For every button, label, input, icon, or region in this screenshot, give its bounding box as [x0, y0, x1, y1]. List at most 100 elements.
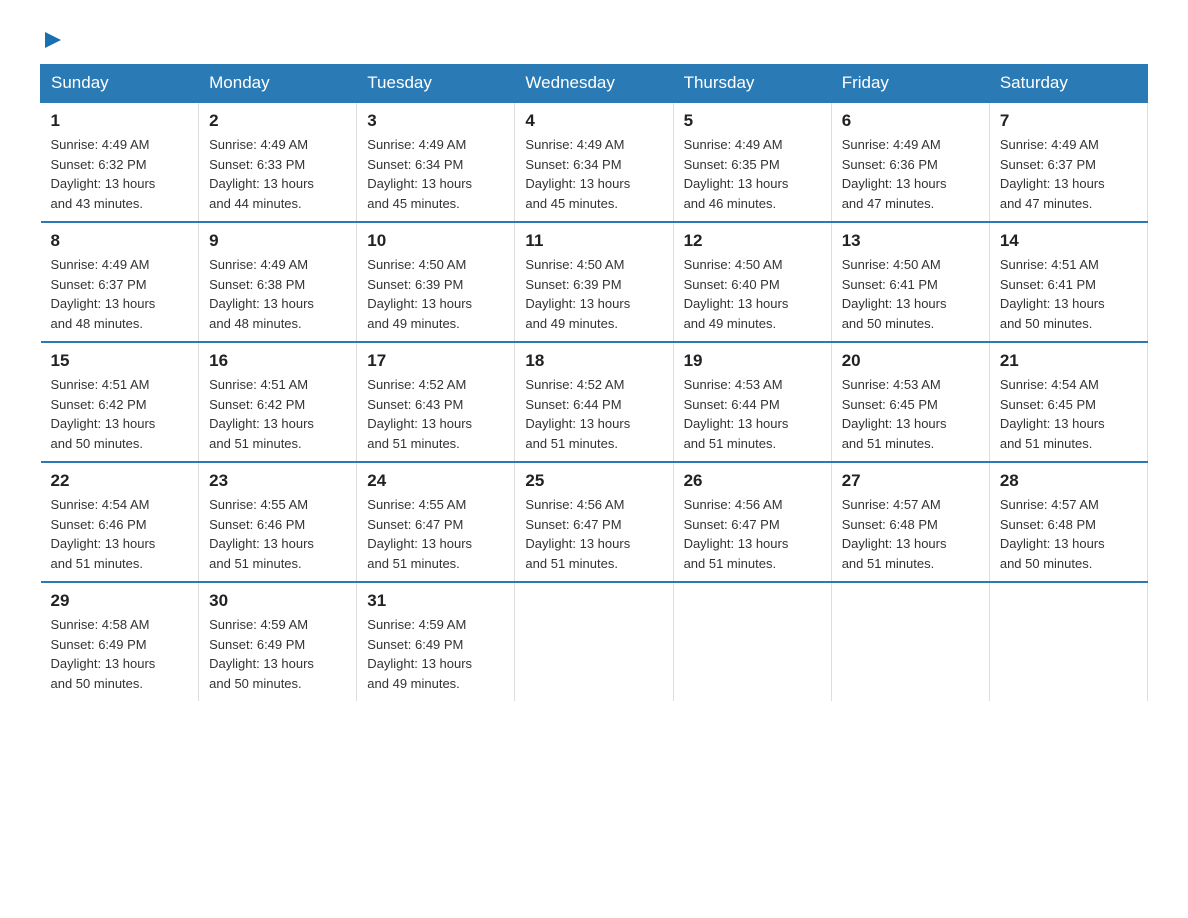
- calendar-cell: 11 Sunrise: 4:50 AMSunset: 6:39 PMDaylig…: [515, 222, 673, 342]
- day-info: Sunrise: 4:57 AMSunset: 6:48 PMDaylight:…: [842, 497, 947, 571]
- calendar-cell: 17 Sunrise: 4:52 AMSunset: 6:43 PMDaylig…: [357, 342, 515, 462]
- day-info: Sunrise: 4:56 AMSunset: 6:47 PMDaylight:…: [525, 497, 630, 571]
- calendar-cell: [673, 582, 831, 701]
- col-header-tuesday: Tuesday: [357, 65, 515, 103]
- day-info: Sunrise: 4:49 AMSunset: 6:37 PMDaylight:…: [51, 257, 156, 331]
- calendar-cell: 1 Sunrise: 4:49 AMSunset: 6:32 PMDayligh…: [41, 102, 199, 222]
- logo: [40, 30, 63, 44]
- day-info: Sunrise: 4:52 AMSunset: 6:44 PMDaylight:…: [525, 377, 630, 451]
- calendar-cell: 8 Sunrise: 4:49 AMSunset: 6:37 PMDayligh…: [41, 222, 199, 342]
- calendar-cell: 26 Sunrise: 4:56 AMSunset: 6:47 PMDaylig…: [673, 462, 831, 582]
- calendar-cell: 31 Sunrise: 4:59 AMSunset: 6:49 PMDaylig…: [357, 582, 515, 701]
- day-number: 25: [525, 471, 662, 491]
- day-number: 9: [209, 231, 346, 251]
- page-header: [40, 30, 1148, 44]
- calendar-cell: 18 Sunrise: 4:52 AMSunset: 6:44 PMDaylig…: [515, 342, 673, 462]
- calendar-cell: 4 Sunrise: 4:49 AMSunset: 6:34 PMDayligh…: [515, 102, 673, 222]
- day-info: Sunrise: 4:50 AMSunset: 6:41 PMDaylight:…: [842, 257, 947, 331]
- calendar-cell: 19 Sunrise: 4:53 AMSunset: 6:44 PMDaylig…: [673, 342, 831, 462]
- logo-arrow-icon: [43, 30, 63, 50]
- calendar-cell: 9 Sunrise: 4:49 AMSunset: 6:38 PMDayligh…: [199, 222, 357, 342]
- day-info: Sunrise: 4:49 AMSunset: 6:36 PMDaylight:…: [842, 137, 947, 211]
- day-info: Sunrise: 4:58 AMSunset: 6:49 PMDaylight:…: [51, 617, 156, 691]
- calendar-cell: [831, 582, 989, 701]
- day-info: Sunrise: 4:53 AMSunset: 6:45 PMDaylight:…: [842, 377, 947, 451]
- calendar-cell: 20 Sunrise: 4:53 AMSunset: 6:45 PMDaylig…: [831, 342, 989, 462]
- col-header-sunday: Sunday: [41, 65, 199, 103]
- day-number: 19: [684, 351, 821, 371]
- day-number: 13: [842, 231, 979, 251]
- day-number: 26: [684, 471, 821, 491]
- calendar-cell: 28 Sunrise: 4:57 AMSunset: 6:48 PMDaylig…: [989, 462, 1147, 582]
- calendar-cell: 27 Sunrise: 4:57 AMSunset: 6:48 PMDaylig…: [831, 462, 989, 582]
- calendar-cell: 10 Sunrise: 4:50 AMSunset: 6:39 PMDaylig…: [357, 222, 515, 342]
- col-header-monday: Monday: [199, 65, 357, 103]
- day-number: 7: [1000, 111, 1137, 131]
- day-info: Sunrise: 4:54 AMSunset: 6:45 PMDaylight:…: [1000, 377, 1105, 451]
- calendar-cell: 24 Sunrise: 4:55 AMSunset: 6:47 PMDaylig…: [357, 462, 515, 582]
- calendar-cell: [989, 582, 1147, 701]
- day-number: 15: [51, 351, 189, 371]
- day-info: Sunrise: 4:55 AMSunset: 6:47 PMDaylight:…: [367, 497, 472, 571]
- day-number: 22: [51, 471, 189, 491]
- calendar-cell: 13 Sunrise: 4:50 AMSunset: 6:41 PMDaylig…: [831, 222, 989, 342]
- day-info: Sunrise: 4:59 AMSunset: 6:49 PMDaylight:…: [209, 617, 314, 691]
- day-number: 28: [1000, 471, 1137, 491]
- calendar-cell: 30 Sunrise: 4:59 AMSunset: 6:49 PMDaylig…: [199, 582, 357, 701]
- day-number: 5: [684, 111, 821, 131]
- calendar-cell: 21 Sunrise: 4:54 AMSunset: 6:45 PMDaylig…: [989, 342, 1147, 462]
- day-info: Sunrise: 4:50 AMSunset: 6:40 PMDaylight:…: [684, 257, 789, 331]
- day-number: 4: [525, 111, 662, 131]
- day-number: 24: [367, 471, 504, 491]
- day-number: 21: [1000, 351, 1137, 371]
- calendar-cell: 29 Sunrise: 4:58 AMSunset: 6:49 PMDaylig…: [41, 582, 199, 701]
- day-number: 31: [367, 591, 504, 611]
- day-number: 30: [209, 591, 346, 611]
- day-number: 27: [842, 471, 979, 491]
- day-number: 17: [367, 351, 504, 371]
- day-info: Sunrise: 4:49 AMSunset: 6:37 PMDaylight:…: [1000, 137, 1105, 211]
- calendar-cell: 14 Sunrise: 4:51 AMSunset: 6:41 PMDaylig…: [989, 222, 1147, 342]
- day-number: 12: [684, 231, 821, 251]
- col-header-friday: Friday: [831, 65, 989, 103]
- col-header-wednesday: Wednesday: [515, 65, 673, 103]
- day-info: Sunrise: 4:55 AMSunset: 6:46 PMDaylight:…: [209, 497, 314, 571]
- day-number: 11: [525, 231, 662, 251]
- calendar-cell: [515, 582, 673, 701]
- calendar-cell: 6 Sunrise: 4:49 AMSunset: 6:36 PMDayligh…: [831, 102, 989, 222]
- col-header-saturday: Saturday: [989, 65, 1147, 103]
- day-info: Sunrise: 4:49 AMSunset: 6:38 PMDaylight:…: [209, 257, 314, 331]
- day-number: 20: [842, 351, 979, 371]
- day-number: 1: [51, 111, 189, 131]
- day-number: 10: [367, 231, 504, 251]
- day-info: Sunrise: 4:53 AMSunset: 6:44 PMDaylight:…: [684, 377, 789, 451]
- day-number: 8: [51, 231, 189, 251]
- day-info: Sunrise: 4:49 AMSunset: 6:34 PMDaylight:…: [525, 137, 630, 211]
- day-info: Sunrise: 4:56 AMSunset: 6:47 PMDaylight:…: [684, 497, 789, 571]
- day-info: Sunrise: 4:52 AMSunset: 6:43 PMDaylight:…: [367, 377, 472, 451]
- day-info: Sunrise: 4:49 AMSunset: 6:33 PMDaylight:…: [209, 137, 314, 211]
- day-number: 14: [1000, 231, 1137, 251]
- day-info: Sunrise: 4:59 AMSunset: 6:49 PMDaylight:…: [367, 617, 472, 691]
- calendar-cell: 22 Sunrise: 4:54 AMSunset: 6:46 PMDaylig…: [41, 462, 199, 582]
- day-info: Sunrise: 4:49 AMSunset: 6:32 PMDaylight:…: [51, 137, 156, 211]
- day-number: 18: [525, 351, 662, 371]
- day-info: Sunrise: 4:49 AMSunset: 6:34 PMDaylight:…: [367, 137, 472, 211]
- day-info: Sunrise: 4:57 AMSunset: 6:48 PMDaylight:…: [1000, 497, 1105, 571]
- col-header-thursday: Thursday: [673, 65, 831, 103]
- calendar-cell: 3 Sunrise: 4:49 AMSunset: 6:34 PMDayligh…: [357, 102, 515, 222]
- calendar-table: SundayMondayTuesdayWednesdayThursdayFrid…: [40, 64, 1148, 701]
- day-info: Sunrise: 4:49 AMSunset: 6:35 PMDaylight:…: [684, 137, 789, 211]
- calendar-cell: 16 Sunrise: 4:51 AMSunset: 6:42 PMDaylig…: [199, 342, 357, 462]
- day-number: 2: [209, 111, 346, 131]
- day-info: Sunrise: 4:51 AMSunset: 6:41 PMDaylight:…: [1000, 257, 1105, 331]
- day-info: Sunrise: 4:50 AMSunset: 6:39 PMDaylight:…: [367, 257, 472, 331]
- day-number: 16: [209, 351, 346, 371]
- day-info: Sunrise: 4:51 AMSunset: 6:42 PMDaylight:…: [51, 377, 156, 451]
- calendar-cell: 23 Sunrise: 4:55 AMSunset: 6:46 PMDaylig…: [199, 462, 357, 582]
- calendar-cell: 5 Sunrise: 4:49 AMSunset: 6:35 PMDayligh…: [673, 102, 831, 222]
- calendar-cell: 15 Sunrise: 4:51 AMSunset: 6:42 PMDaylig…: [41, 342, 199, 462]
- calendar-cell: 2 Sunrise: 4:49 AMSunset: 6:33 PMDayligh…: [199, 102, 357, 222]
- calendar-cell: 12 Sunrise: 4:50 AMSunset: 6:40 PMDaylig…: [673, 222, 831, 342]
- day-info: Sunrise: 4:50 AMSunset: 6:39 PMDaylight:…: [525, 257, 630, 331]
